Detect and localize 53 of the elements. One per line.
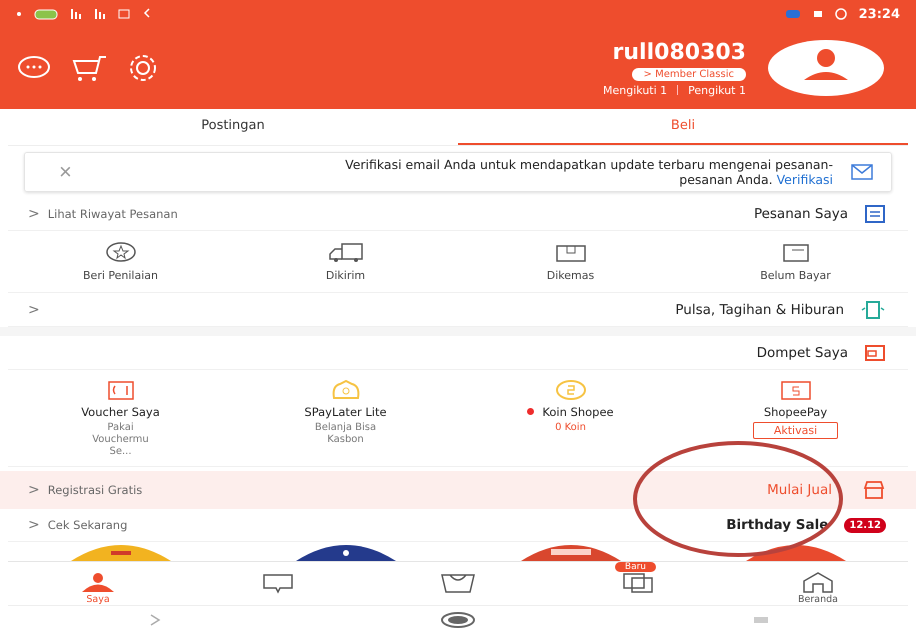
verify-link[interactable]: Verifikasi (776, 172, 833, 187)
signal-icon (94, 8, 106, 20)
promo-icon[interactable] (296, 543, 396, 562)
mail-icon (851, 164, 873, 180)
order-status[interactable]: Dikirim (233, 241, 458, 282)
order-status[interactable]: Dikemas (458, 241, 683, 282)
member-badge[interactable]: > Member Classic (632, 68, 746, 81)
chevron[interactable]: > (28, 206, 40, 222)
promo-icon[interactable] (746, 543, 846, 562)
wallet-label[interactable]: Voucher Saya (81, 404, 160, 419)
following-count[interactable]: Mengikuti 1 (603, 84, 668, 97)
promo-icon[interactable] (520, 543, 620, 562)
sale-badge: 12.12 (844, 518, 886, 532)
order-status[interactable]: Beri Penilaian (8, 241, 233, 282)
cart-icon[interactable] (72, 53, 108, 84)
register-link[interactable]: Registrasi Gratis (48, 482, 142, 497)
chevron[interactable]: > (28, 482, 40, 498)
followers-count[interactable]: Pengikut 1 (688, 84, 746, 97)
close-button[interactable]: × (43, 158, 88, 185)
verify-message: Verifikasi email Anda untuk mendapatkan update terbaru mengenai pesanan-pesanan Anda. Verifikasi (344, 156, 833, 187)
chevron[interactable]: > (28, 302, 40, 318)
signal-icon (70, 8, 82, 20)
home-icon[interactable] (441, 612, 475, 628)
wallet-icon (864, 342, 886, 363)
wallet-subtext: Belanja Bisa Kasbon (314, 422, 378, 446)
new-badge: Baru (614, 562, 656, 572)
message-icon (118, 8, 130, 20)
wallet-subtext: Pakai Vouchermu Se... (91, 422, 150, 458)
promo-icon[interactable] (70, 543, 170, 562)
activate-button[interactable]: Aktivasi (752, 422, 838, 439)
history-link[interactable]: Lihat Riwayat Pesanan (48, 207, 178, 222)
nav-tab[interactable]: Beranda (728, 562, 908, 606)
shop-icon (862, 480, 886, 500)
check-now-link[interactable]: Cek Sekarang (48, 518, 128, 532)
username: rull080303 (612, 40, 746, 65)
avatar-icon[interactable] (766, 38, 886, 98)
section-title: Dompet Saya (756, 344, 848, 361)
nav-tab[interactable]: Saya (8, 562, 188, 606)
section-title[interactable]: Mulai Jual (767, 482, 832, 498)
nav-tab[interactable]: Baru (548, 562, 728, 606)
order-status[interactable]: Belum Bayar (683, 241, 908, 282)
settings-icon[interactable] (128, 53, 158, 84)
chevron[interactable]: > (28, 517, 40, 533)
wallet-label[interactable]: SPayLater Lite (304, 404, 387, 419)
phone-icon (860, 300, 886, 320)
clipboard-icon (864, 204, 886, 224)
wallet-label[interactable]: Koin Shopee (542, 404, 614, 419)
section-title: Pesanan Saya (754, 206, 848, 222)
section-title: Pulsa, Tagihan & Hiburan (675, 302, 844, 318)
wallet-subtext: 0 Koin (555, 422, 586, 434)
status-time: 23:24 (858, 6, 900, 22)
wallet-label[interactable]: ShopeePay (764, 404, 828, 419)
battery-icon (34, 8, 58, 20)
